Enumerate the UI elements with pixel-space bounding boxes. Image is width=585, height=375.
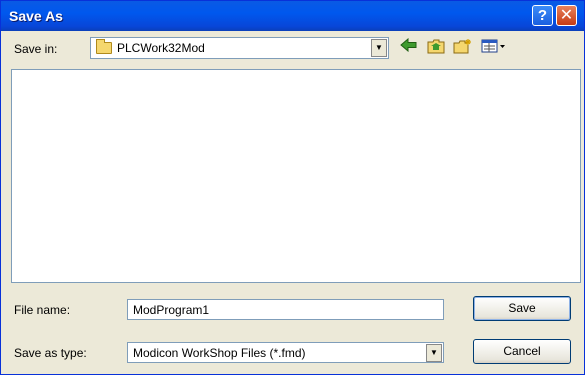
save-as-dialog: Save As ? ✕ Save in: PLCWork32Mod ▼ File…	[0, 0, 585, 375]
title-bar[interactable]: Save As ? ✕	[1, 1, 584, 31]
chevron-down-icon[interactable]: ▼	[426, 344, 442, 362]
up-folder-icon[interactable]	[426, 38, 446, 56]
save-type-dropdown[interactable]: Modicon WorkShop Files (*.fmd) ▼	[127, 342, 444, 363]
file-name-input[interactable]	[127, 299, 444, 320]
folder-icon	[96, 39, 112, 54]
save-button[interactable]: Save	[473, 296, 571, 321]
file-name-label: File name:	[14, 303, 71, 317]
chevron-down-icon[interactable]: ▼	[371, 39, 387, 57]
file-list[interactable]	[11, 69, 581, 283]
save-type-value: Modicon WorkShop Files (*.fmd)	[133, 346, 306, 360]
cancel-button[interactable]: Cancel	[473, 339, 571, 364]
save-in-value: PLCWork32Mod	[117, 41, 205, 55]
save-in-dropdown[interactable]: PLCWork32Mod ▼	[90, 37, 389, 59]
help-button[interactable]: ?	[532, 5, 553, 26]
view-menu-icon[interactable]	[481, 38, 507, 56]
close-button[interactable]: ✕	[556, 5, 577, 26]
new-folder-icon[interactable]	[453, 38, 473, 56]
save-in-label: Save in:	[14, 42, 58, 56]
back-arrow-icon[interactable]	[399, 37, 419, 56]
save-type-label: Save as type:	[14, 346, 87, 360]
dialog-title: Save As	[9, 8, 63, 24]
